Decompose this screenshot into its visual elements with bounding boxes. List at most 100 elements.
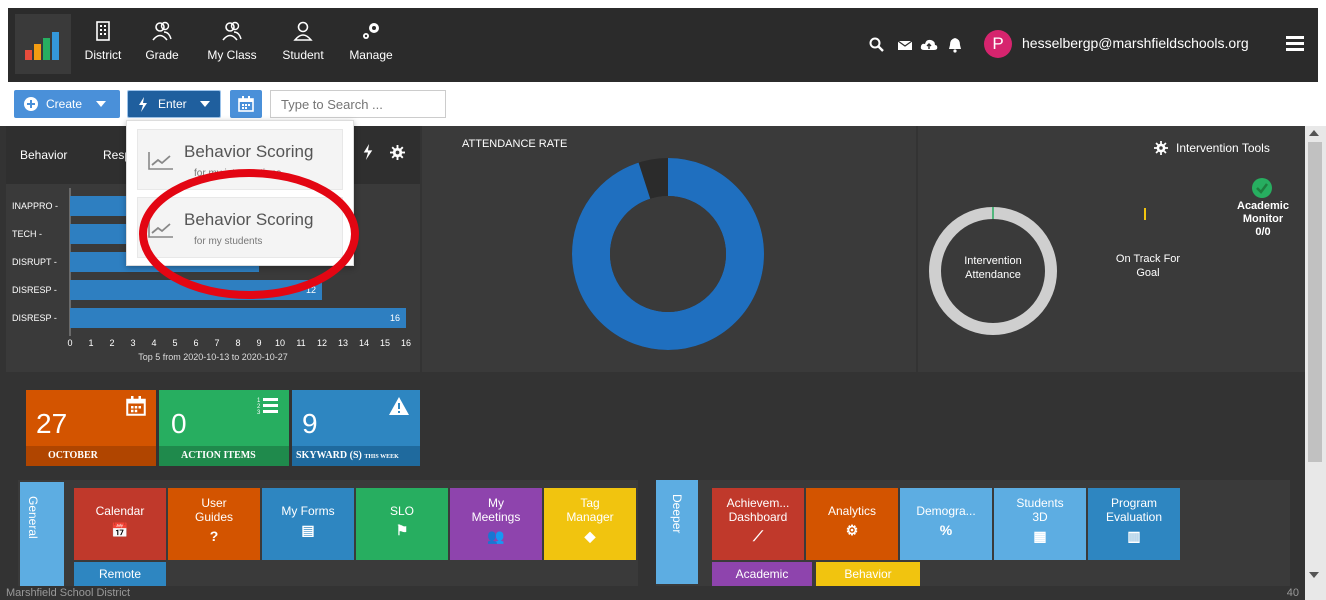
gear-icon bbox=[1154, 141, 1168, 155]
bell-icon[interactable] bbox=[946, 36, 964, 54]
general-tile-tag-manager[interactable]: Tag Manager ◆ bbox=[544, 488, 636, 560]
deeper-tile-program-evaluation[interactable]: Program Evaluation ▥ bbox=[1088, 488, 1180, 560]
percent-icon: % bbox=[939, 522, 953, 538]
bar-category-label: DISRUPT - bbox=[12, 257, 57, 267]
general-tile-my-meetings[interactable]: My Meetings 👥 bbox=[450, 488, 542, 560]
tile-label-line1: Achievem... bbox=[726, 496, 790, 510]
calendar-icon bbox=[126, 396, 146, 416]
tile-label-line1: Calendar bbox=[95, 504, 145, 518]
envelope-icon[interactable] bbox=[896, 36, 914, 54]
action-items-number: 0 bbox=[171, 408, 187, 439]
hamburger-menu-icon[interactable] bbox=[1286, 35, 1304, 51]
scroll-up-arrow[interactable] bbox=[1309, 130, 1319, 136]
tile-label-line1: Demogra... bbox=[916, 504, 976, 518]
bar[interactable] bbox=[70, 280, 322, 300]
menu-item-title: Behavior Scoring bbox=[184, 142, 314, 161]
academic-monitor-value: 0/0 bbox=[1255, 226, 1271, 238]
on-track-line1: On Track For bbox=[1115, 253, 1181, 265]
bar-category-label: DISRESP - bbox=[12, 285, 57, 295]
x-tick-label: 12 bbox=[317, 338, 327, 348]
search-input[interactable] bbox=[270, 90, 446, 118]
x-tick-label: 11 bbox=[296, 338, 305, 348]
on-track-label: On Track For Goal bbox=[1098, 252, 1198, 280]
bar-chart-icon: ▥ bbox=[1127, 528, 1141, 544]
academic-tile[interactable]: Academic bbox=[712, 562, 812, 586]
tile-label-line2: 3D bbox=[1032, 510, 1048, 524]
deeper-tile-analytics[interactable]: Analytics ⚙ bbox=[806, 488, 898, 560]
nav-district[interactable]: District bbox=[78, 8, 128, 82]
lightning-icon[interactable] bbox=[362, 144, 374, 160]
general-tile-slo[interactable]: SLO ⚑ bbox=[356, 488, 448, 560]
intervention-panel: Intervention Tools Intervention Attendan… bbox=[918, 126, 1305, 372]
tile-label-line1: Analytics bbox=[827, 504, 877, 518]
scroll-thumb[interactable] bbox=[1308, 142, 1322, 462]
file-icon: ▤ bbox=[301, 522, 315, 538]
x-tick-label: 13 bbox=[338, 338, 348, 348]
page-scrollbar[interactable] bbox=[1305, 126, 1326, 600]
tile-label-line2: Meetings bbox=[471, 510, 521, 524]
general-tile-user-guides[interactable]: User Guides? bbox=[168, 488, 260, 560]
action-items-tile[interactable]: 0 1 2 3 ACTION ITEMS bbox=[159, 390, 289, 466]
attendance-donut-chart bbox=[572, 158, 764, 350]
cloud-upload-icon[interactable] bbox=[920, 36, 938, 54]
nav-manage[interactable]: Manage bbox=[346, 8, 396, 82]
gear-icon[interactable] bbox=[390, 145, 405, 160]
calendar-icon bbox=[238, 96, 254, 112]
search-icon[interactable] bbox=[868, 36, 886, 54]
behavior-tile[interactable]: Behavior bbox=[816, 562, 920, 586]
gears-icon bbox=[363, 23, 379, 39]
nav-grade-label: Grade bbox=[145, 48, 179, 62]
create-button-label: Create bbox=[46, 97, 83, 111]
create-button[interactable]: Create bbox=[14, 90, 120, 118]
deeper-tile-demogra[interactable]: Demogra...% bbox=[900, 488, 992, 560]
action-items-label: ACTION ITEMS bbox=[159, 446, 289, 466]
nav-student[interactable]: Student bbox=[278, 8, 328, 82]
tile-label-line2: Manager bbox=[566, 510, 614, 524]
deeper-tile-students-3d[interactable]: Students 3D ▦ bbox=[994, 488, 1086, 560]
nav-grade[interactable]: Grade bbox=[140, 8, 184, 82]
general-section: General Calendar 📅 User Guides? My Forms ▤ SLO… bbox=[18, 480, 638, 586]
enter-button[interactable]: Enter bbox=[127, 90, 221, 118]
menu-item-behavior-scoring-students[interactable]: Behavior Scoring for my students bbox=[137, 197, 343, 258]
menu-item-behavior-scoring-interventions[interactable]: Behavior Scoring for my interventions bbox=[137, 129, 343, 190]
general-tile-my-forms[interactable]: My Forms ▤ bbox=[262, 488, 354, 560]
deeper-tile-achievem-dashboard[interactable]: Achievem... Dashboard ⟋ bbox=[712, 488, 804, 560]
deeper-section-tab: Deeper bbox=[656, 480, 698, 584]
academic-monitor-line2: Monitor bbox=[1242, 213, 1284, 225]
menu-item-subtitle: for my interventions bbox=[194, 168, 282, 179]
calendar-button[interactable] bbox=[230, 90, 262, 118]
chart-line-icon bbox=[148, 152, 173, 170]
skyward-tile[interactable]: 9 SKYWARD (S) THIS WEEK bbox=[292, 390, 420, 466]
intervention-ring-label-line2: Attendance bbox=[965, 269, 1021, 281]
chart-line-icon bbox=[148, 220, 173, 238]
tab-behavior[interactable]: Behavior bbox=[20, 148, 67, 162]
tile-label-line1: SLO bbox=[389, 504, 414, 518]
navigation-bar: District Grade My Class Student Manage P… bbox=[8, 8, 1318, 82]
scroll-down-arrow[interactable] bbox=[1309, 572, 1319, 578]
date-tile-label: OCTOBER bbox=[26, 446, 156, 466]
tile-label-line2: Dashboard bbox=[728, 510, 788, 524]
tag-icon: ◆ bbox=[584, 528, 596, 544]
general-tile-calendar[interactable]: Calendar 📅 bbox=[74, 488, 166, 560]
caret-down-icon bbox=[200, 101, 210, 107]
bar[interactable] bbox=[70, 308, 406, 328]
footer: Marshfield School District 40 bbox=[0, 586, 1305, 600]
goal-indicator bbox=[1144, 208, 1146, 220]
academic-monitor[interactable]: Academic Monitor 0/0 bbox=[1218, 200, 1308, 239]
date-tile[interactable]: 27 OCTOBER bbox=[26, 390, 156, 466]
intervention-tools-link[interactable]: Intervention Tools bbox=[1176, 141, 1270, 155]
plus-circle-icon bbox=[24, 97, 38, 111]
check-circle-icon bbox=[1252, 178, 1272, 198]
nav-my-class[interactable]: My Class bbox=[202, 8, 262, 82]
user-avatar[interactable]: P bbox=[984, 30, 1012, 58]
x-tick-label: 15 bbox=[380, 338, 390, 348]
chart-line-icon: ⟋ bbox=[753, 528, 763, 544]
tile-label-line1: Students bbox=[1016, 496, 1064, 510]
user-email[interactable]: hesselbergp@marshfieldschools.org bbox=[1022, 35, 1249, 51]
app-logo[interactable] bbox=[15, 14, 71, 74]
x-tick-label: 10 bbox=[275, 338, 285, 348]
x-tick-label: 1 bbox=[88, 338, 93, 348]
group-icon: 👥 bbox=[487, 528, 505, 544]
remote-tile[interactable]: Remote bbox=[74, 562, 166, 586]
building-icon bbox=[96, 21, 110, 41]
